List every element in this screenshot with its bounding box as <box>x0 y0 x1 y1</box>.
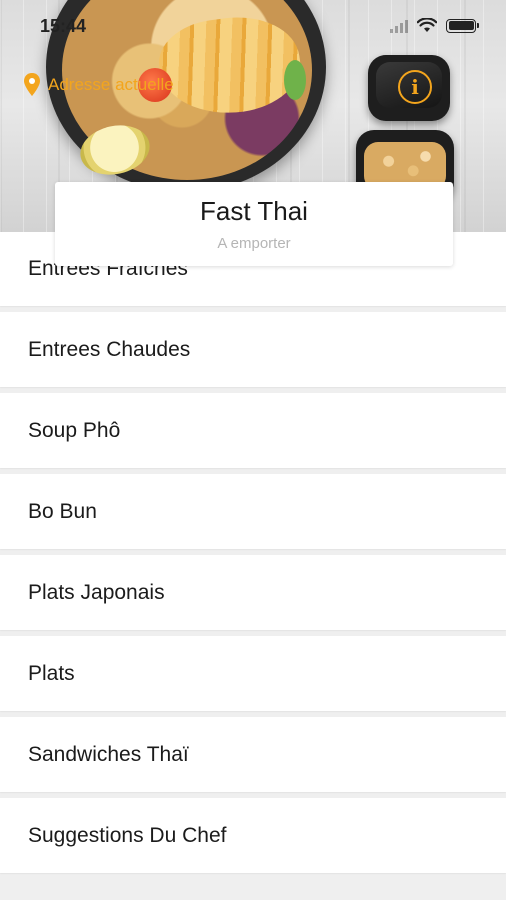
info-icon: i <box>411 75 419 99</box>
category-item[interactable]: Suggestions Du Chef <box>0 798 506 873</box>
status-icons <box>390 18 479 33</box>
wifi-icon <box>417 18 437 32</box>
category-label: Suggestions Du Chef <box>28 823 227 847</box>
info-button[interactable]: i <box>398 70 432 104</box>
herb-image <box>284 60 306 100</box>
category-label: Plats <box>28 661 75 685</box>
status-time: 15:44 <box>40 16 87 36</box>
restaurant-name: Fast Thai <box>200 196 308 226</box>
category-label: Entrees Chaudes <box>28 337 191 361</box>
signal-icon <box>390 19 408 33</box>
category-item[interactable]: Bo Bun <box>0 474 506 549</box>
category-list: Entrees Fraîches Entrees Chaudes Soup Ph… <box>0 232 506 879</box>
location-pin-icon <box>24 73 40 96</box>
restaurant-card: Fast Thai A emporter <box>55 182 453 266</box>
status-bar: 15:44 <box>0 0 506 54</box>
category-label: Sandwiches Thaï <box>28 742 189 766</box>
category-item[interactable]: Plats <box>0 636 506 711</box>
current-address-link[interactable]: Adresse actuelle <box>22 72 174 98</box>
category-item[interactable]: Sandwiches Thaï <box>0 717 506 792</box>
category-item[interactable]: Entrees Chaudes <box>0 312 506 387</box>
battery-icon <box>446 18 479 33</box>
category-label: Bo Bun <box>28 499 97 523</box>
category-label: Soup Phô <box>28 418 121 442</box>
address-label: Adresse actuelle <box>48 75 174 94</box>
category-label: Plats Japonais <box>28 580 165 604</box>
order-mode-label: A emporter <box>217 235 291 252</box>
category-item[interactable]: Soup Phô <box>0 393 506 468</box>
category-item[interactable]: Plats Japonais <box>0 555 506 630</box>
